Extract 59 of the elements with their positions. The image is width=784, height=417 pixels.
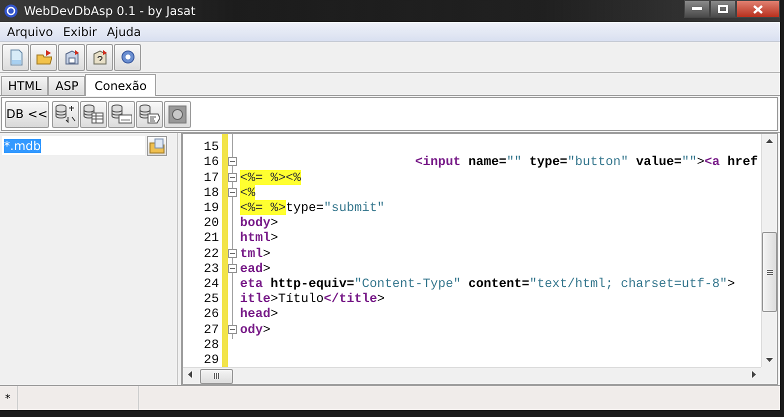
line-number: 22	[204, 246, 219, 261]
tab[interactable]: HTML	[1, 76, 48, 95]
minimize-icon[interactable]	[692, 7, 702, 11]
new-file-icon[interactable]	[8, 48, 24, 66]
line-number: 15	[204, 139, 219, 154]
db-button[interactable]: DB <<	[5, 100, 49, 128]
help-icon[interactable]	[120, 48, 136, 66]
minimize-button[interactable]	[684, 0, 710, 18]
open-icon[interactable]	[36, 48, 52, 66]
line-number: 29	[204, 352, 219, 367]
help-file-icon[interactable]	[92, 48, 108, 66]
open-button[interactable]	[30, 44, 57, 70]
help-file-button[interactable]	[86, 44, 113, 70]
new-file-button[interactable]	[2, 44, 29, 70]
code-line: itle>Título</title>	[240, 291, 385, 306]
line-number: 21	[204, 230, 219, 246]
code-line: html>	[240, 230, 278, 246]
save-button[interactable]	[58, 44, 85, 70]
line-number: 24	[204, 276, 219, 291]
scrollbar-thumb[interactable]	[762, 232, 777, 312]
maximize-button[interactable]	[710, 0, 736, 18]
tab[interactable]: Conexão	[85, 74, 156, 96]
fold-toggle-icon[interactable]	[228, 324, 237, 334]
menu-item[interactable]: Exibir	[58, 24, 102, 38]
save-icon[interactable]	[64, 48, 80, 66]
menu-item[interactable]: Ajuda	[102, 24, 146, 38]
horizontal-scrollbar[interactable]	[183, 367, 761, 384]
line-number: 17	[204, 170, 219, 184]
line-number: 28	[204, 336, 219, 352]
scrollbar-thumb-icon[interactable]	[766, 270, 772, 274]
vertical-scrollbar[interactable]	[761, 134, 777, 367]
line-number: 23	[204, 260, 219, 276]
line-number: 20	[204, 215, 219, 230]
code-line: <%= %>type="submit"	[240, 200, 385, 215]
close-icon[interactable]	[753, 4, 763, 14]
code-line: ody>	[240, 322, 270, 337]
code-editor[interactable]	[182, 133, 778, 385]
code-line: ead>	[240, 260, 270, 276]
line-number: 19	[204, 200, 219, 215]
code-line: head>	[240, 306, 278, 322]
menu-item[interactable]: Arquivo	[2, 24, 58, 38]
code-line: eta http-equiv="Content-Type" content="text/html; charset=utf-8">	[240, 276, 735, 291]
line-number: 16	[204, 154, 219, 170]
code-line: tml>	[240, 246, 270, 261]
help-button[interactable]	[114, 44, 141, 70]
line-number: 25	[204, 291, 219, 306]
line-number: 18	[204, 184, 219, 200]
status-text: *	[5, 392, 10, 404]
code-line: body>	[240, 215, 278, 230]
window-title: WebDevDbAsp 0.1 - by Jasat	[24, 4, 196, 18]
scrollbar-thumb-icon[interactable]	[214, 373, 219, 379]
code-line: <input name="" type="button" value=""><a href	[414, 154, 758, 170]
maximize-icon[interactable]	[718, 5, 728, 13]
scrollbar-thumb[interactable]	[200, 368, 233, 384]
close-button[interactable]	[736, 0, 780, 18]
tab[interactable]: ASP	[48, 76, 86, 95]
app-logo-icon	[4, 4, 18, 18]
line-number: 26	[204, 306, 219, 322]
line-number: 27	[204, 322, 219, 337]
